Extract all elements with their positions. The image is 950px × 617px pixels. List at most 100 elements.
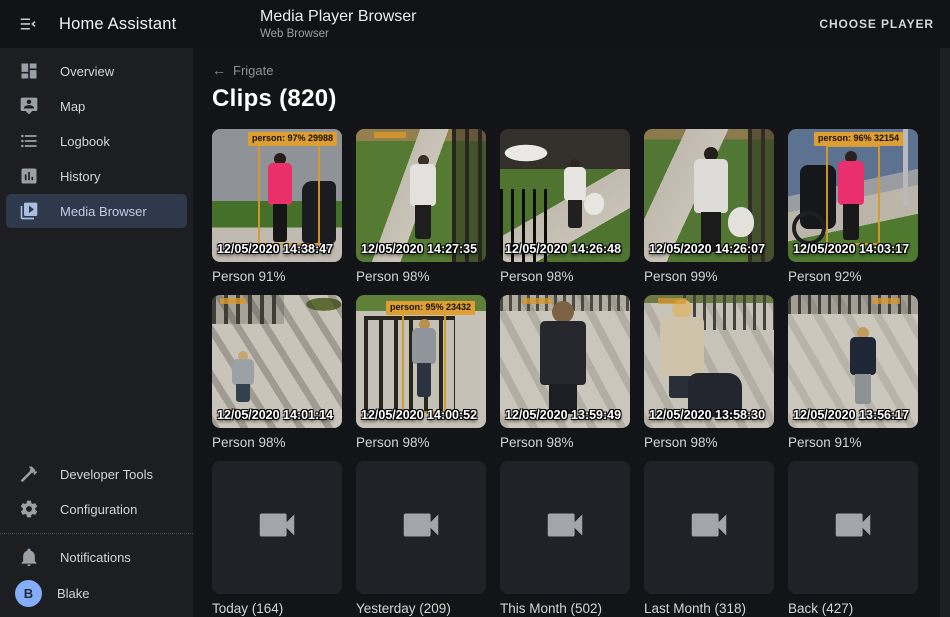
breadcrumb-label: Frigate	[233, 63, 273, 78]
choose-player-button[interactable]: CHOOSE PLAYER	[819, 17, 934, 31]
folder-label: Yesterday (209)	[356, 601, 486, 617]
folder-label: Last Month (318)	[644, 601, 774, 617]
scene-prop	[728, 207, 754, 237]
folder-thumbnail[interactable]	[500, 461, 630, 594]
sidebar-item-notifications[interactable]: Notifications	[6, 540, 187, 574]
gear-icon	[18, 499, 39, 520]
sidebar-toggle-button[interactable]	[18, 12, 42, 36]
clip-timestamp: 12/05/2020 14:01:14	[217, 408, 333, 422]
clip-item[interactable]: 12/05/2020 14:26:48 Person 98%	[500, 129, 630, 285]
sidebar: Overview Map Logbook History Media Brows…	[0, 48, 193, 617]
clip-timestamp: 12/05/2020 14:03:17	[793, 242, 909, 256]
app-root: Home Assistant Media Player Browser Web …	[0, 0, 950, 617]
clip-thumbnail[interactable]: 12/05/2020 14:27:35	[356, 129, 486, 262]
clip-thumbnail[interactable]: person: 95% 23432 12/05/2020 14:00:52	[356, 295, 486, 428]
logbook-icon	[18, 131, 39, 152]
hammer-icon	[18, 464, 39, 485]
clip-item[interactable]: person: 95% 23432 12/05/2020 14:00:52 Pe…	[356, 295, 486, 451]
person-figure	[232, 351, 254, 402]
person-torso	[564, 167, 586, 201]
clip-timestamp: 12/05/2020 14:27:35	[361, 242, 477, 256]
folder-thumbnail[interactable]	[788, 461, 918, 594]
clip-thumbnail[interactable]: 12/05/2020 13:58:30	[644, 295, 774, 428]
folder-label: Today (164)	[212, 601, 342, 617]
person-legs	[568, 200, 581, 228]
sidebar-item-media-browser[interactable]: Media Browser	[6, 194, 187, 228]
clip-thumbnail[interactable]: person: 97% 29988 12/05/2020 14:38:47	[212, 129, 342, 262]
sidebar-item-developer-tools[interactable]: Developer Tools	[6, 457, 187, 491]
sidebar-item-map[interactable]: Map	[6, 89, 187, 123]
menu-toggle-icon	[18, 13, 42, 35]
folder-thumbnail[interactable]	[212, 461, 342, 594]
sidebar-user[interactable]: B Blake	[6, 576, 187, 610]
person-figure	[694, 147, 728, 252]
person-figure	[540, 301, 586, 414]
breadcrumb[interactable]: ← Frigate	[212, 62, 273, 78]
clip-item[interactable]: 12/05/2020 13:58:30 Person 98%	[644, 295, 774, 451]
header: Home Assistant Media Player Browser Web …	[0, 0, 950, 48]
person-legs	[236, 384, 249, 402]
person-head	[672, 299, 692, 319]
clip-label: Person 92%	[788, 269, 918, 285]
clip-label: Person 99%	[644, 269, 774, 285]
app-title: Home Assistant	[59, 15, 176, 34]
sidebar-item-logbook[interactable]: Logbook	[6, 124, 187, 158]
clip-thumbnail[interactable]: 12/05/2020 14:26:48	[500, 129, 630, 262]
media-browser-icon	[18, 201, 39, 222]
person-head	[552, 301, 574, 323]
folder-thumbnail[interactable]	[644, 461, 774, 594]
main-content: ← Frigate Clips (820) person: 97% 29988 …	[193, 48, 950, 617]
clip-item[interactable]: 12/05/2020 14:26:07 Person 99%	[644, 129, 774, 285]
sidebar-footer-nav: Developer Tools Configuration	[0, 456, 193, 527]
user-name: Blake	[57, 586, 90, 601]
clip-label: Person 98%	[644, 435, 774, 451]
clip-item[interactable]: 12/05/2020 14:01:14 Person 98%	[212, 295, 342, 451]
folder-thumbnail[interactable]	[356, 461, 486, 594]
clip-item[interactable]: person: 96% 32154 12/05/2020 14:03:17 Pe…	[788, 129, 918, 285]
back-arrow-icon: ←	[212, 62, 226, 78]
folder-item-last-month-[interactable]: Last Month (318)	[644, 461, 774, 617]
scene-prop	[584, 193, 604, 215]
folder-label: Back (427)	[788, 601, 918, 617]
folder-item-back-[interactable]: Back (427)	[788, 461, 918, 617]
person-torso	[540, 321, 586, 385]
detection-label: person: 97% 29988	[248, 132, 337, 146]
notifications-label: Notifications	[60, 550, 131, 565]
detection-box	[258, 143, 320, 245]
folder-item-yesterday-[interactable]: Yesterday (209)	[356, 461, 486, 617]
media-player-title: Media Player Browser	[260, 7, 417, 27]
video-camera-icon	[830, 502, 876, 553]
person-torso	[410, 164, 436, 206]
media-player-header: Media Player Browser Web Browser	[260, 7, 417, 41]
folder-item-this-month-[interactable]: This Month (502)	[500, 461, 630, 617]
sidebar-divider	[0, 533, 193, 534]
clip-thumbnail[interactable]: 12/05/2020 13:56:17	[788, 295, 918, 428]
video-camera-icon	[686, 502, 732, 553]
clip-thumbnail[interactable]: 12/05/2020 13:59:49	[500, 295, 630, 428]
person-figure	[564, 159, 586, 228]
person-figure	[850, 327, 876, 404]
sidebar-item-overview[interactable]: Overview	[6, 54, 187, 88]
clip-timestamp: 12/05/2020 13:58:30	[649, 408, 765, 422]
clip-thumbnail[interactable]: person: 96% 32154 12/05/2020 14:03:17	[788, 129, 918, 262]
clip-timestamp: 12/05/2020 13:56:17	[793, 408, 909, 422]
media-grid: person: 97% 29988 12/05/2020 14:38:47 Pe…	[212, 129, 950, 617]
clip-item[interactable]: 12/05/2020 14:27:35 Person 98%	[356, 129, 486, 285]
sidebar-item-configuration[interactable]: Configuration	[6, 492, 187, 526]
clip-label: Person 91%	[788, 435, 918, 451]
clip-item[interactable]: 12/05/2020 13:59:49 Person 98%	[500, 295, 630, 451]
clip-timestamp: 12/05/2020 14:26:07	[649, 242, 765, 256]
clip-item[interactable]: person: 97% 29988 12/05/2020 14:38:47 Pe…	[212, 129, 342, 285]
clip-label: Person 98%	[500, 435, 630, 451]
clip-thumbnail[interactable]: 12/05/2020 14:26:07	[644, 129, 774, 262]
clip-thumbnail[interactable]: 12/05/2020 14:01:14	[212, 295, 342, 428]
sidebar-nav: Overview Map Logbook History Media Brows…	[0, 53, 193, 229]
clip-timestamp: 12/05/2020 13:59:49	[505, 408, 621, 422]
clip-item[interactable]: 12/05/2020 13:56:17 Person 91%	[788, 295, 918, 451]
folder-item-today-[interactable]: Today (164)	[212, 461, 342, 617]
clip-label: Person 98%	[212, 435, 342, 451]
map-person-icon	[18, 96, 39, 117]
sidebar-item-history[interactable]: History	[6, 159, 187, 193]
scrollbar[interactable]	[940, 48, 950, 617]
section-title: Clips (820)	[212, 85, 950, 113]
